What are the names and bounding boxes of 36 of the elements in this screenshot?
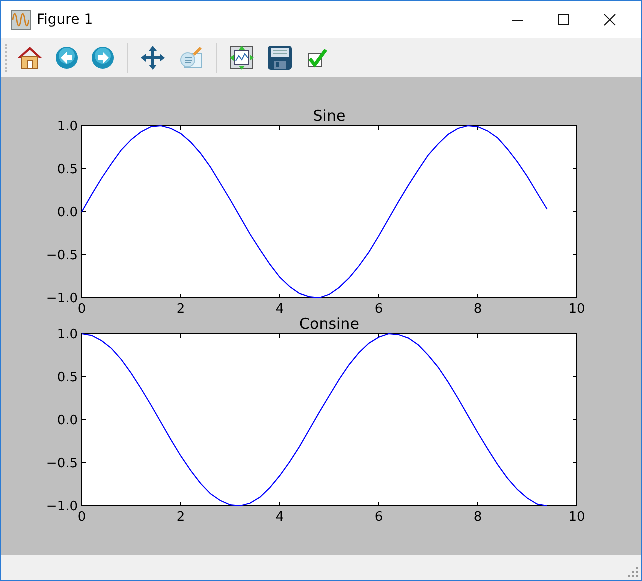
maximize-icon[interactable]	[558, 14, 570, 26]
app-icon	[11, 10, 31, 30]
y-tick-label: −1.0	[46, 292, 78, 306]
x-tick-label: 8	[474, 302, 482, 314]
y-tick-label: 1.0	[57, 120, 78, 134]
x-tick-label: 4	[276, 302, 284, 314]
y-tick-label: −0.5	[46, 456, 78, 472]
close-icon[interactable]	[604, 14, 616, 26]
y-tick-label: 0.0	[57, 206, 78, 220]
x-tick-label: 8	[474, 510, 482, 522]
subplots-icon[interactable]	[229, 44, 255, 70]
x-tick-label: 10	[568, 302, 586, 314]
x-tick-label: 6	[374, 510, 384, 522]
y-tick-label: −0.5	[46, 248, 78, 264]
forward-icon[interactable]	[91, 46, 115, 70]
y-tick-label: 0.5	[57, 370, 78, 386]
x-tick-label: 0	[78, 302, 86, 314]
save-icon[interactable]	[267, 44, 293, 70]
home-icon[interactable]	[17, 44, 43, 70]
x-tick-label: 0	[78, 510, 86, 522]
chart-title: Consine	[300, 315, 360, 333]
zoom-icon[interactable]	[178, 44, 204, 70]
x-tick-label: 10	[568, 510, 586, 522]
resize-grip-icon[interactable]	[628, 567, 638, 577]
x-tick-label: 4	[276, 510, 284, 522]
y-tick-label: 0.5	[57, 162, 78, 178]
back-icon[interactable]	[55, 46, 79, 70]
y-tick-label: −1.0	[46, 500, 78, 514]
chart-title: Sine	[313, 107, 346, 125]
window-title: Figure 1	[37, 12, 94, 28]
x-tick-label: 2	[176, 302, 186, 314]
x-tick-label: 6	[374, 302, 384, 314]
y-tick-label: 1.0	[57, 328, 78, 342]
y-tick-label: 0.0	[57, 414, 78, 428]
move-icon[interactable]	[140, 44, 166, 70]
x-tick-label: 2	[176, 510, 186, 522]
